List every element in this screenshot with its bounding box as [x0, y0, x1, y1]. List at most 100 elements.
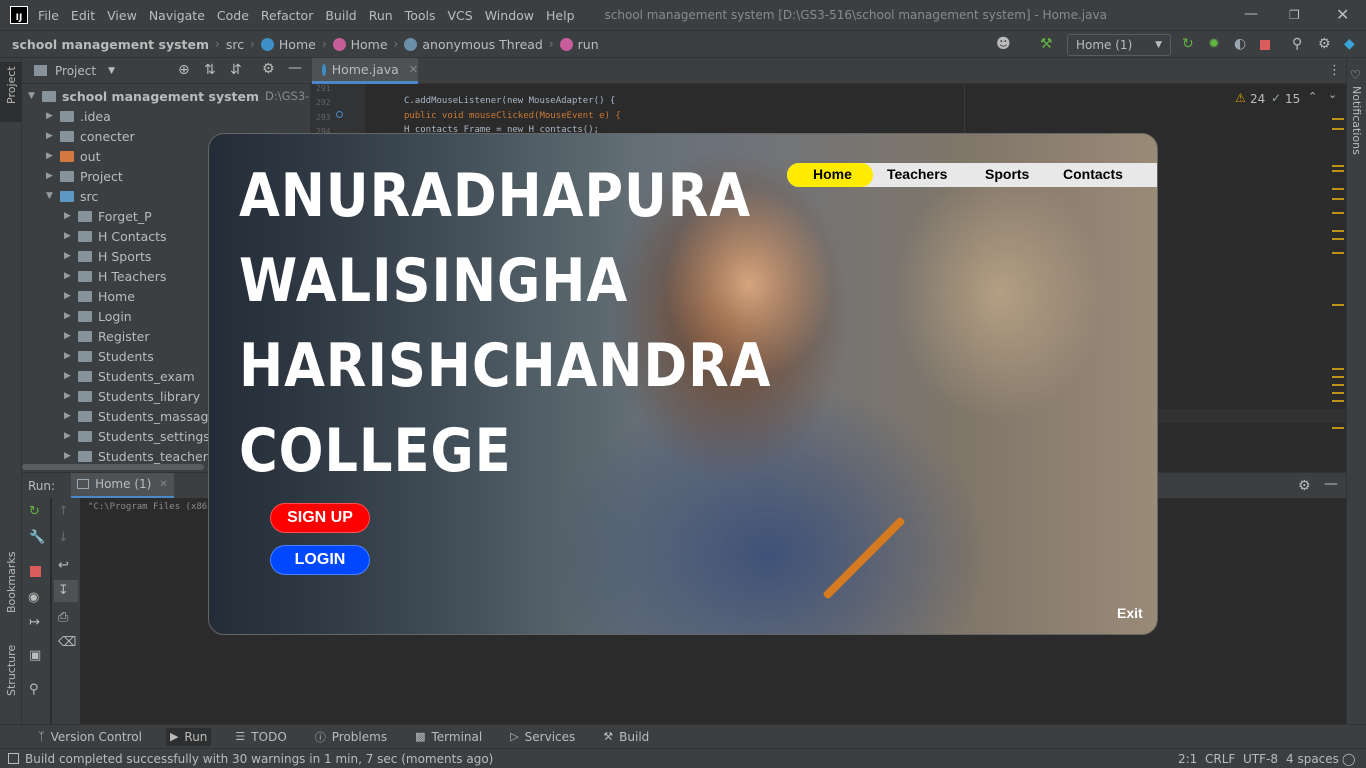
- rerun-icon[interactable]: ↻: [29, 504, 40, 519]
- tree-item-idea[interactable]: ▶ .idea: [46, 106, 111, 126]
- breadcrumb-anonymous[interactable]: anonymous Thread: [422, 37, 543, 52]
- tree-item-src[interactable]: ▼ src: [46, 186, 98, 206]
- menu-navigate[interactable]: Navigate: [149, 8, 205, 23]
- warning-stripe-mark[interactable]: [1332, 376, 1344, 378]
- exit-button[interactable]: Exit: [1117, 605, 1143, 621]
- nav-sports-link[interactable]: Sports: [985, 166, 1029, 182]
- file-encoding[interactable]: UTF-8: [1243, 752, 1278, 766]
- stop-icon[interactable]: [1260, 40, 1270, 50]
- tree-item-conecter[interactable]: ▶ conecter: [46, 126, 135, 146]
- warning-stripe-mark[interactable]: [1332, 400, 1344, 402]
- warning-stripe-mark[interactable]: [1332, 427, 1344, 429]
- warning-stripe-mark[interactable]: [1332, 170, 1344, 172]
- tree-item-students[interactable]: ▶ Students: [64, 346, 154, 366]
- close-tab-icon[interactable]: ✕: [159, 479, 167, 490]
- menu-edit[interactable]: Edit: [71, 8, 95, 23]
- warning-stripe-mark[interactable]: [1332, 304, 1344, 306]
- more-options-icon[interactable]: ⋮: [1328, 63, 1341, 78]
- camera-icon[interactable]: ◉: [28, 590, 39, 605]
- hide-panel-icon[interactable]: —: [288, 60, 302, 76]
- structure-stripe-button[interactable]: Structure: [5, 645, 18, 696]
- tab-services[interactable]: ▷ Services: [506, 728, 579, 746]
- warning-stripe-mark[interactable]: [1332, 368, 1344, 370]
- tree-item-students-exam[interactable]: ▶ Students_exam: [64, 366, 195, 386]
- horizontal-scrollbar[interactable]: [22, 464, 204, 470]
- hide-panel-icon[interactable]: —: [1324, 476, 1338, 492]
- menu-tools[interactable]: Tools: [405, 8, 436, 23]
- warning-stripe-mark[interactable]: [1332, 212, 1344, 214]
- bell-icon[interactable]: ♡: [1350, 68, 1361, 82]
- debug-icon[interactable]: ✹: [1208, 36, 1220, 52]
- breadcrumb-class[interactable]: Home: [279, 37, 316, 52]
- tab-terminal[interactable]: ▩ Terminal: [411, 728, 486, 746]
- menu-run[interactable]: Run: [369, 8, 393, 23]
- warning-stripe-mark[interactable]: [1332, 392, 1344, 394]
- line-separator[interactable]: CRLF: [1205, 752, 1235, 766]
- editor-tab-home-java[interactable]: Home.java ✕: [312, 58, 418, 84]
- wrench-icon[interactable]: 🔧: [29, 530, 45, 545]
- tab-todo[interactable]: ☰ TODO: [231, 728, 290, 746]
- chevron-right-icon[interactable]: ▶: [64, 451, 78, 461]
- chevron-down-icon[interactable]: ▼: [46, 191, 60, 201]
- tree-item-project[interactable]: ▶ Project: [46, 166, 123, 186]
- warning-stripe-mark[interactable]: [1332, 128, 1344, 130]
- warning-stripe-mark[interactable]: [1332, 230, 1344, 232]
- collapse-all-icon[interactable]: ⇵: [230, 62, 242, 78]
- menu-window[interactable]: Window: [485, 8, 534, 23]
- tree-item-students-massage[interactable]: ▶ Students_massage: [64, 406, 216, 426]
- caret-position[interactable]: 2:1: [1178, 752, 1197, 766]
- tab-problems[interactable]: ⓘ Problems: [311, 727, 391, 747]
- tree-item-login[interactable]: ▶ Login: [64, 306, 132, 326]
- tab-version-control[interactable]: ᛉ Version Control: [34, 728, 146, 746]
- bookmarks-stripe-button[interactable]: Bookmarks: [5, 552, 18, 613]
- nav-home-link[interactable]: Home: [813, 166, 852, 182]
- breadcrumb-run[interactable]: run: [578, 37, 599, 52]
- expand-all-icon[interactable]: ⇅: [204, 62, 216, 78]
- tree-item-h-teachers[interactable]: ▶ H Teachers: [64, 266, 166, 286]
- weak-warning-icon[interactable]: ✓: [1271, 91, 1281, 105]
- tree-item-students-settings[interactable]: ▶ Students_settings: [64, 426, 210, 446]
- gear-icon[interactable]: ⚙: [262, 61, 275, 77]
- chevron-right-icon[interactable]: ▶: [46, 151, 60, 161]
- tab-run[interactable]: ▶ Run: [165, 727, 212, 746]
- chevron-down-icon[interactable]: ▼: [28, 91, 42, 101]
- chevron-right-icon[interactable]: ▶: [64, 331, 78, 341]
- chevron-right-icon[interactable]: ▶: [64, 311, 78, 321]
- minimize-icon[interactable]: —: [1244, 6, 1258, 22]
- run-configuration-select[interactable]: Home (1) ▼: [1067, 34, 1171, 56]
- chevron-right-icon[interactable]: ▶: [64, 431, 78, 441]
- chevron-right-icon[interactable]: ▶: [64, 291, 78, 301]
- gear-icon[interactable]: ⚙: [1298, 478, 1311, 494]
- chevron-right-icon[interactable]: ▶: [64, 211, 78, 221]
- warning-stripe-mark[interactable]: [1332, 165, 1344, 167]
- chevron-right-icon[interactable]: ▶: [64, 391, 78, 401]
- chevron-right-icon[interactable]: ▶: [46, 131, 60, 141]
- chevron-right-icon[interactable]: ▶: [64, 351, 78, 361]
- crosshair-icon[interactable]: ⊕: [178, 62, 190, 78]
- chevron-right-icon[interactable]: ▶: [64, 371, 78, 381]
- menu-view[interactable]: View: [107, 8, 137, 23]
- tree-item-students-library[interactable]: ▶ Students_library: [64, 386, 200, 406]
- tree-item-home[interactable]: ▶ Home: [64, 286, 135, 306]
- close-icon[interactable]: ✕: [1336, 5, 1349, 24]
- warning-stripe-mark[interactable]: [1332, 198, 1344, 200]
- tree-item-students-teacher[interactable]: ▶ Students_teacher: [64, 446, 208, 466]
- breadcrumb-src[interactable]: src: [226, 37, 244, 52]
- status-message[interactable]: Build completed successfully with 30 war…: [25, 752, 493, 766]
- close-tab-icon[interactable]: ✕: [409, 63, 418, 76]
- nav-contacts-link[interactable]: Contacts: [1063, 166, 1123, 182]
- chevron-right-icon[interactable]: ▶: [64, 271, 78, 281]
- jetbrains-toolbox-icon[interactable]: ◆: [1344, 36, 1355, 52]
- override-gutter-icon[interactable]: [336, 111, 343, 118]
- warning-stripe-mark[interactable]: [1332, 252, 1344, 254]
- exit-icon[interactable]: ↦: [29, 615, 40, 630]
- project-view-select[interactable]: Project: [55, 64, 96, 78]
- chevron-right-icon[interactable]: ▶: [64, 231, 78, 241]
- soft-wrap-icon[interactable]: ↩: [58, 558, 69, 573]
- menu-build[interactable]: Build: [325, 8, 356, 23]
- pin-icon[interactable]: ⚲: [29, 682, 39, 697]
- next-highlight-icon[interactable]: ⌄: [1328, 88, 1337, 101]
- menu-refactor[interactable]: Refactor: [261, 8, 313, 23]
- run-tab-home[interactable]: Home (1) ✕: [71, 472, 174, 499]
- menu-help[interactable]: Help: [546, 8, 575, 23]
